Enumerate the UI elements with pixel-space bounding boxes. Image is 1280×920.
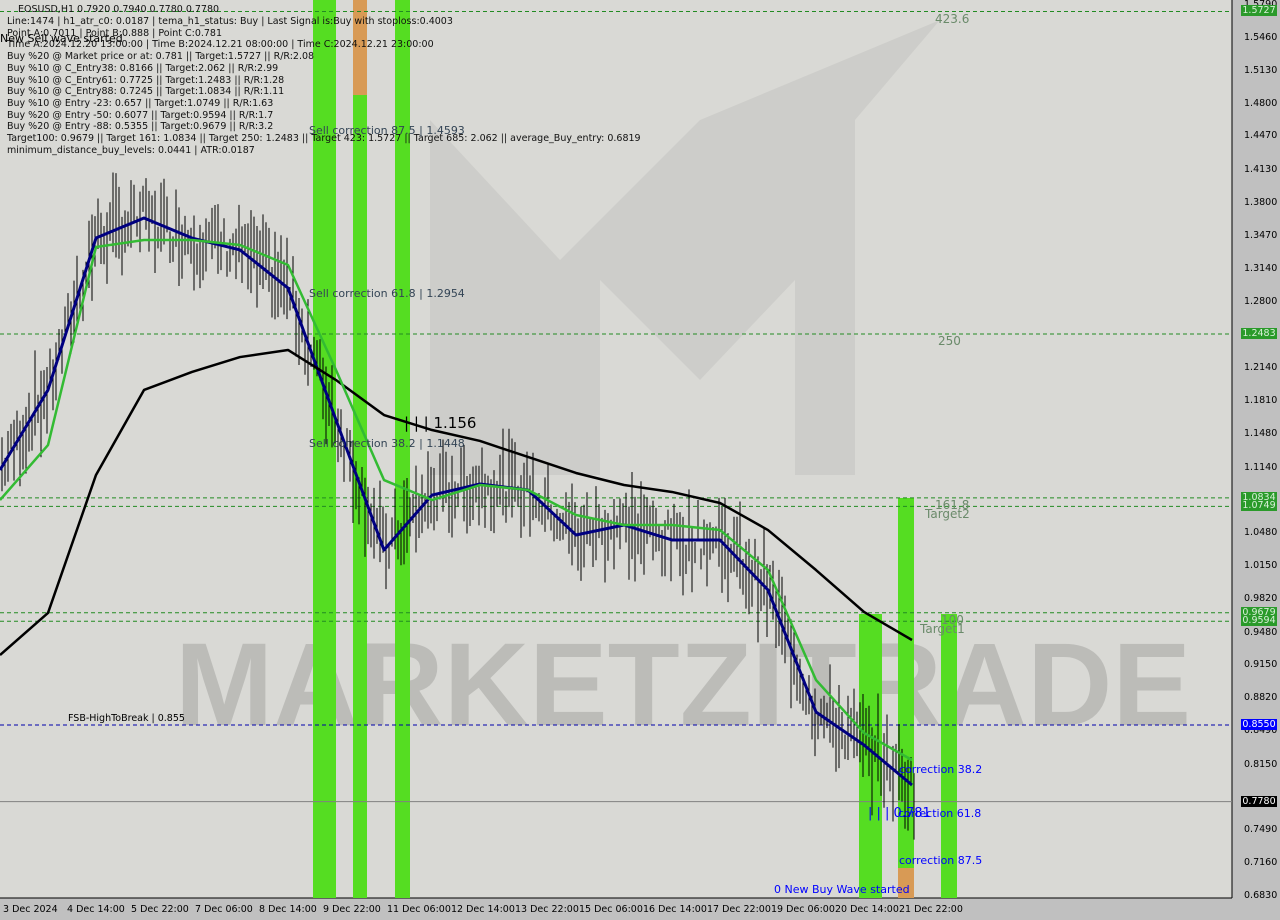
price-tick: 0.7490 [1244, 824, 1278, 836]
price-tick: 1.3800 [1244, 197, 1278, 209]
price-tick: 1.0480 [1244, 527, 1278, 539]
wave-label: New Sell wave started [0, 32, 123, 45]
price-tick: 0.6830 [1244, 890, 1278, 902]
info-line: Buy %20 @ Entry -50: 0.6077 || Target:0.… [7, 109, 274, 121]
info-line: minimum_distance_buy_levels: 0.0441 | AT… [7, 144, 255, 156]
sell-correction-61: Sell correction 61.8 | 1.2954 [309, 287, 465, 300]
fib-423-label: 423.6 [935, 12, 970, 26]
price-tick: 1.0150 [1244, 559, 1278, 571]
time-tick: 7 Dec 06:00 [195, 904, 253, 915]
correction-87-label: correction 87.5 [899, 854, 983, 867]
price-tick: 0.9480 [1244, 626, 1278, 638]
price-tag: 1.5727 [1241, 5, 1277, 17]
fib-250-label: 250 [938, 334, 961, 348]
fsb-label: FSB-HighToBreak | 0.855 [68, 713, 185, 724]
time-tick: 17 Dec 22:00 [707, 904, 771, 915]
info-line: Buy %20 @ Market price or at: 0.781 || T… [7, 51, 315, 63]
time-tick: 3 Dec 2024 [3, 904, 58, 915]
high-mark-label: | | | 1.156 [404, 414, 477, 432]
price-tick: 1.3140 [1244, 262, 1278, 274]
price-tick: 1.2800 [1244, 296, 1278, 308]
price-tick: 1.4800 [1244, 97, 1278, 109]
info-line: Buy %10 @ C_Entry88: 0.7245 || Target:1.… [7, 86, 285, 98]
buy-wave-label: 0 New Buy Wave started [774, 883, 910, 896]
time-tick: 9 Dec 22:00 [323, 904, 381, 915]
correction-38-label: correction 38.2 [899, 763, 983, 776]
time-tick: 4 Dec 14:00 [67, 904, 125, 915]
price-tick: 0.8820 [1244, 692, 1278, 704]
price-tick: 1.2140 [1244, 362, 1278, 374]
time-tick: 12 Dec 14:00 [451, 904, 515, 915]
target1-label: Target1 [920, 622, 965, 636]
info-line: Line:1474 | h1_atr_c0: 0.0187 | tema_h1_… [7, 16, 453, 27]
price-tick: 1.1140 [1244, 461, 1278, 473]
time-tick: 11 Dec 06:00 [387, 904, 451, 915]
time-tick: 21 Dec 22:00 [899, 904, 963, 915]
price-tag: 0.7780 [1241, 795, 1277, 807]
sell-correction-38: Sell correction 38.2 | 1.1448 [309, 437, 465, 450]
price-tick: 0.8150 [1244, 758, 1278, 770]
price-tick: 1.1810 [1244, 394, 1278, 406]
info-line: Buy %10 @ C_Entry61: 0.7725 || Target:1.… [7, 74, 285, 86]
info-line: Buy %20 @ Entry -88: 0.5355 || Target:0.… [7, 121, 274, 133]
price-tick: 1.5130 [1244, 64, 1278, 76]
price-tick: 0.9150 [1244, 659, 1278, 671]
target2-label: Target2 [925, 507, 970, 521]
correction-61-label: correction 61.8 [898, 807, 982, 820]
time-tick: 13 Dec 22:00 [515, 904, 579, 915]
sell-correction-87: Sell correction 87.5 | 1.4593 [309, 124, 465, 137]
price-tick: 1.4130 [1244, 164, 1278, 176]
price-tick: 1.4470 [1244, 130, 1278, 142]
price-tick: 1.5460 [1244, 32, 1278, 43]
price-tick: 1.3470 [1244, 229, 1278, 241]
price-tag: 0.8550 [1241, 719, 1277, 730]
time-tick: 5 Dec 22:00 [131, 904, 189, 915]
price-tag: 0.9594 [1241, 615, 1277, 627]
price-tag: 1.0749 [1241, 500, 1277, 512]
time-tick: 19 Dec 06:00 [771, 904, 835, 915]
time-tick: 8 Dec 14:00 [259, 904, 317, 915]
info-line: Buy %10 @ C_Entry38: 0.8166 || Target:2.… [7, 62, 279, 74]
info-line: Buy %10 @ Entry -23: 0.657 || Target:1.0… [7, 97, 274, 109]
time-tick: 15 Dec 06:00 [579, 904, 643, 915]
symbol-header: EOSUSD,H1 0.7920 0.7940 0.7780 0.7780 [18, 4, 220, 15]
price-tick: 0.9820 [1244, 592, 1278, 604]
price-tick: 0.7160 [1244, 857, 1278, 869]
time-tick: 20 Dec 14:00 [835, 904, 899, 915]
price-tag: 1.2483 [1241, 327, 1277, 339]
price-tick: 1.1480 [1244, 427, 1278, 439]
time-tick: 16 Dec 14:00 [643, 904, 707, 915]
